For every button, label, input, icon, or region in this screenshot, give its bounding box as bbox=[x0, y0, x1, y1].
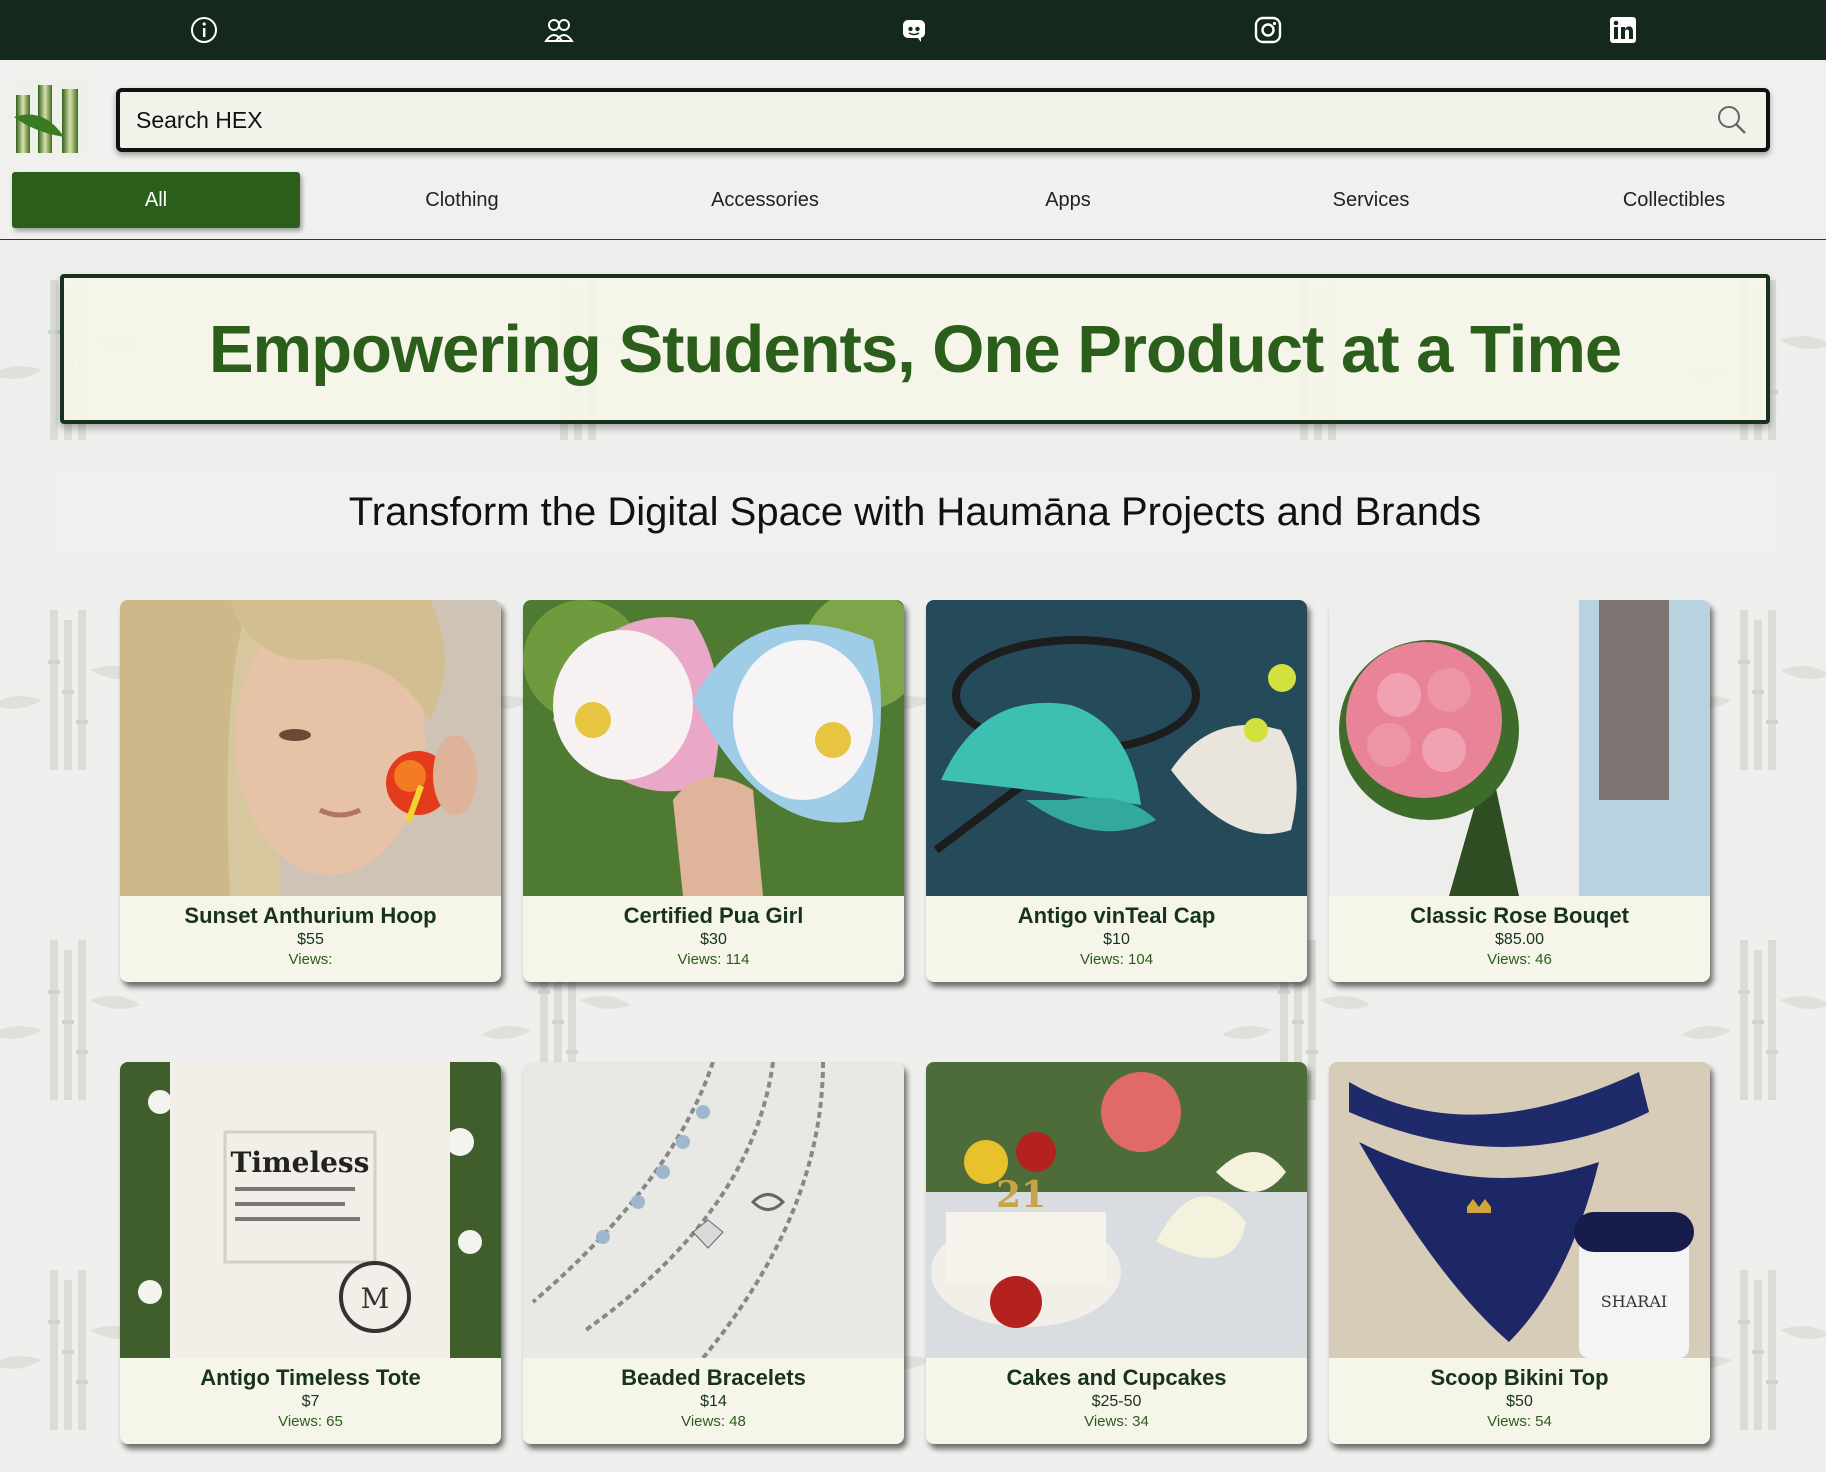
hero-banner: Empowering Students, One Product at a Ti… bbox=[60, 274, 1770, 424]
hex-logo[interactable] bbox=[10, 77, 94, 157]
product-image: SHARAI bbox=[1329, 1062, 1710, 1358]
product-image bbox=[1329, 600, 1710, 896]
svg-text:Timeless: Timeless bbox=[231, 1146, 370, 1179]
product-price: $85.00 bbox=[1495, 931, 1544, 948]
product-image bbox=[523, 1062, 904, 1358]
product-image bbox=[120, 600, 501, 896]
product-name: Classic Rose Bouqet bbox=[1410, 903, 1629, 928]
product-views: Views: 34 bbox=[1084, 1413, 1149, 1430]
search-bar bbox=[116, 88, 1770, 152]
community-icon[interactable] bbox=[541, 12, 577, 48]
product-card[interactable]: Certified Pua Girl $30 Views: 114 bbox=[523, 600, 904, 982]
product-name: Cakes and Cupcakes bbox=[1006, 1365, 1227, 1390]
svg-text:SHARAI: SHARAI bbox=[1601, 1292, 1667, 1311]
product-name: Scoop Bikini Top bbox=[1430, 1365, 1609, 1390]
product-card[interactable]: Timeless M Antigo Timeless Tote $7 Views… bbox=[120, 1062, 501, 1444]
tab-all[interactable]: All bbox=[12, 172, 300, 228]
product-views: Views: 48 bbox=[681, 1413, 746, 1430]
linkedin-icon[interactable] bbox=[1605, 12, 1641, 48]
product-image: Timeless M bbox=[120, 1062, 501, 1358]
tab-accessories[interactable]: Accessories bbox=[621, 172, 909, 228]
hero-title: Empowering Students, One Product at a Ti… bbox=[208, 311, 1622, 387]
product-image: 21 bbox=[926, 1062, 1307, 1358]
product-card[interactable]: Antigo vinTeal Cap $10 Views: 104 bbox=[926, 600, 1307, 982]
site-header: All Clothing Accessories Apps Services C… bbox=[0, 60, 1826, 240]
product-price: $25-50 bbox=[1091, 1393, 1142, 1410]
product-name: Beaded Bracelets bbox=[621, 1365, 806, 1390]
top-social-bar bbox=[0, 0, 1826, 60]
product-price: $10 bbox=[1103, 931, 1130, 948]
product-price: $55 bbox=[297, 931, 324, 948]
product-price: $14 bbox=[700, 1393, 727, 1410]
subheading-banner: Transform the Digital Space with Haumāna… bbox=[60, 472, 1770, 552]
search-icon[interactable] bbox=[1716, 104, 1748, 136]
search-input[interactable] bbox=[136, 92, 1696, 148]
tab-apps[interactable]: Apps bbox=[924, 172, 1212, 228]
product-name: Antigo vinTeal Cap bbox=[1017, 903, 1216, 928]
product-views: Views: 54 bbox=[1487, 1413, 1552, 1430]
tab-clothing[interactable]: Clothing bbox=[318, 172, 606, 228]
product-views: Views: 104 bbox=[1079, 951, 1154, 968]
product-card[interactable]: Beaded Bracelets $14 Views: 48 bbox=[523, 1062, 904, 1444]
product-name: Sunset Anthurium Hoop bbox=[184, 903, 437, 928]
product-name: Certified Pua Girl bbox=[623, 903, 804, 928]
product-price: $30 bbox=[700, 931, 727, 948]
product-views: Views: bbox=[288, 951, 333, 968]
product-card[interactable]: SHARAI Scoop Bikini Top $50 Views: 54 bbox=[1329, 1062, 1710, 1444]
product-views: Views: 65 bbox=[278, 1413, 343, 1430]
svg-text:M: M bbox=[361, 1282, 390, 1315]
product-views: Views: 46 bbox=[1487, 951, 1552, 968]
info-icon[interactable] bbox=[186, 12, 222, 48]
product-card[interactable]: Classic Rose Bouqet $85.00 Views: 46 bbox=[1329, 600, 1710, 982]
product-price: $50 bbox=[1506, 1393, 1533, 1410]
product-image bbox=[523, 600, 904, 896]
tab-collectibles[interactable]: Collectibles bbox=[1530, 172, 1818, 228]
discord-icon[interactable] bbox=[896, 12, 932, 48]
product-name: Antigo Timeless Tote bbox=[200, 1365, 421, 1390]
product-image bbox=[926, 600, 1307, 896]
instagram-icon[interactable] bbox=[1250, 12, 1286, 48]
category-tabs: All Clothing Accessories Apps Services C… bbox=[0, 172, 1826, 228]
product-views: Views: 114 bbox=[677, 951, 750, 968]
subheading-text: Transform the Digital Space with Haumāna… bbox=[348, 489, 1482, 534]
tab-services[interactable]: Services bbox=[1227, 172, 1515, 228]
product-price: $7 bbox=[301, 1393, 320, 1410]
svg-text:21: 21 bbox=[996, 1174, 1046, 1216]
product-card[interactable]: Sunset Anthurium Hoop $55 Views: bbox=[120, 600, 501, 982]
product-card[interactable]: 21 Cakes and Cupcakes $25-50 Views: 34 bbox=[926, 1062, 1307, 1444]
